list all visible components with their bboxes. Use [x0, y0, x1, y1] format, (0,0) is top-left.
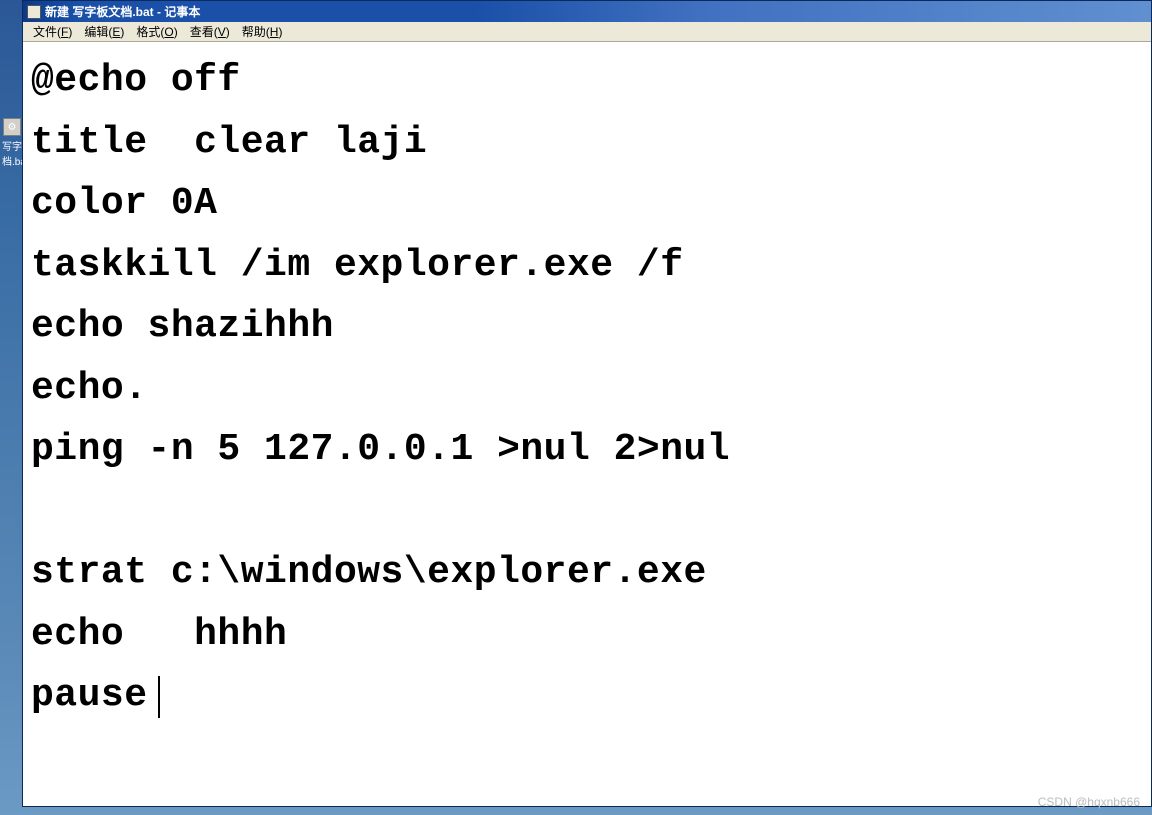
menu-view[interactable]: 查看(V): [184, 21, 236, 42]
window-title: 新建 写字板文档.bat - 记事本: [45, 3, 200, 20]
editor-area[interactable]: @echo off title clear laji color 0A task…: [23, 42, 1151, 806]
editor-content[interactable]: @echo off title clear laji color 0A task…: [31, 50, 1143, 727]
menubar: 文件(F) 编辑(E) 格式(O) 查看(V) 帮助(H): [23, 22, 1151, 42]
notepad-icon: [27, 5, 41, 19]
menu-format[interactable]: 格式(O): [130, 21, 183, 42]
desktop-shortcut-label: 写字 档.ba: [2, 138, 22, 168]
menu-file[interactable]: 文件(F): [27, 21, 78, 42]
menu-help[interactable]: 帮助(H): [236, 21, 289, 42]
menu-edit[interactable]: 编辑(E): [78, 21, 130, 42]
watermark: CSDN @hqxnb666: [1038, 795, 1140, 809]
file-icon: ⚙: [3, 118, 21, 136]
notepad-window: 新建 写字板文档.bat - 记事本 文件(F) 编辑(E) 格式(O) 查看(…: [22, 0, 1152, 807]
text-cursor: [158, 676, 160, 718]
titlebar[interactable]: 新建 写字板文档.bat - 记事本: [23, 1, 1151, 22]
desktop-shortcut[interactable]: ⚙ 写字 档.ba: [2, 118, 22, 168]
